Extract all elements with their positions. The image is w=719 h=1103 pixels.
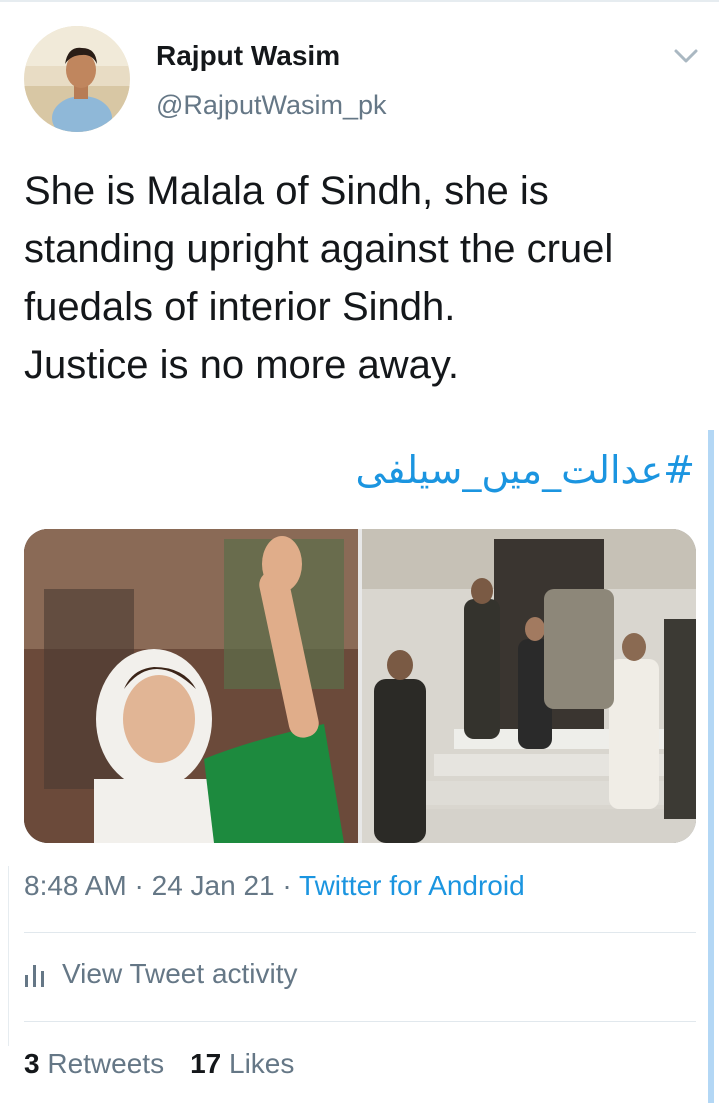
meta-separator: · [126,870,152,901]
top-border [0,0,719,2]
tweet-menu-button[interactable] [670,40,702,72]
author-handle[interactable]: @RajputWasim_pk [156,90,386,121]
view-tweet-activity-button[interactable]: View Tweet activity [24,958,298,990]
author-name[interactable]: Rajput Wasim [156,40,340,72]
retweets-stat[interactable]: 3 Retweets [24,1048,164,1079]
left-edge [0,866,9,1046]
activity-label: View Tweet activity [62,958,298,989]
divider [24,1021,696,1022]
retweets-count: 3 [24,1048,40,1079]
avatar[interactable] [24,26,130,132]
retweets-label: Retweets [47,1048,165,1079]
likes-label: Likes [229,1048,295,1079]
bar-chart-icon [25,965,44,987]
hashtag-link[interactable]: #عدالت_میں_سیلفی [356,448,695,492]
likes-stat[interactable]: 17 Likes [190,1048,294,1079]
tweet-text: She is Malala of Sindh, she is standing … [24,169,614,387]
tweet-source-link[interactable]: Twitter for Android [299,870,525,901]
thread-scroll-edge [708,430,714,1103]
tweet-date: 24 Jan 21 [151,870,275,901]
chevron-down-icon [674,49,698,63]
tweet-media[interactable] [24,529,696,843]
meta-separator: · [274,870,300,901]
divider [24,932,696,933]
tweet-time: 8:48 AM [24,870,127,901]
tweet-photo [24,529,696,843]
tweet-stats: 3 Retweets 17 Likes [24,1048,294,1080]
avatar-image [24,26,130,132]
likes-count: 17 [190,1048,222,1079]
tweet-meta: 8:48 AM · 24 Jan 21 · Twitter for Androi… [24,870,525,902]
